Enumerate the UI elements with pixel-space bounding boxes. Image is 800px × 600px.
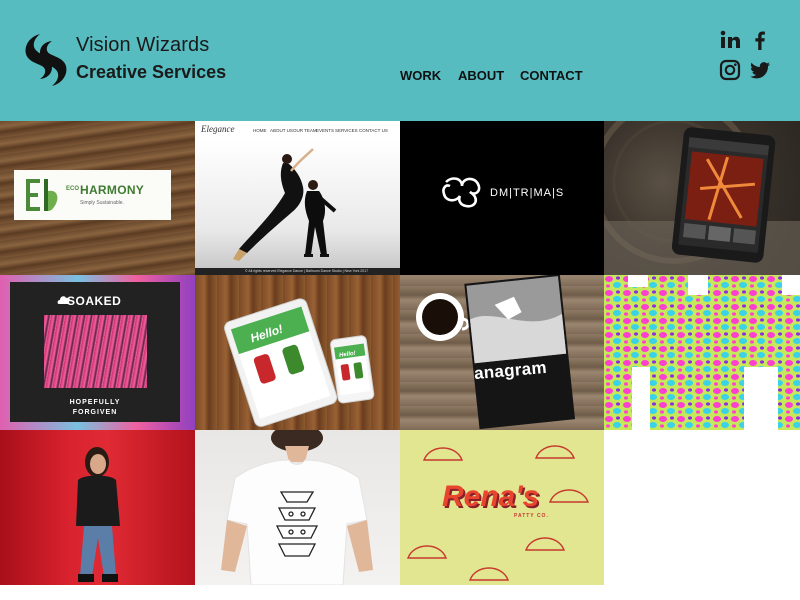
- portfolio-item-tablet-mockup[interactable]: [604, 121, 800, 275]
- dancers-illustration: [233, 148, 337, 261]
- eco-name: HARMONY: [80, 183, 145, 197]
- portfolio-item-tshirt[interactable]: [195, 430, 400, 585]
- portfolio-item-hello-app[interactable]: Hello! Hello!: [195, 275, 400, 430]
- soaked-subtitle-line2: FORGIVEN: [72, 409, 118, 416]
- brand-name: Vision Wizards: [76, 34, 210, 56]
- eco-harmony-card: ECO HARMONY Simply Sustainable.: [14, 170, 171, 220]
- eco-harmony-logo-icon: [26, 179, 58, 211]
- portfolio-item-soaked[interactable]: SOAKED HOPEFULLY FORGIVEN: [0, 275, 195, 430]
- soaked-title: SOAKED: [67, 294, 122, 308]
- brand-tagline: Creative Services: [76, 62, 227, 82]
- dmitrimais-logo-icon: [442, 177, 481, 208]
- dance-nav-item: SERVICES: [335, 128, 358, 133]
- nav-about-link[interactable]: ABOUT: [458, 68, 504, 83]
- fashion-model-photo: [76, 447, 120, 582]
- nav-contact-link[interactable]: CONTACT: [520, 68, 583, 83]
- portfolio-item-eco-harmony[interactable]: ECO HARMONY Simply Sustainable.: [0, 121, 195, 275]
- instagram-icon[interactable]: [719, 59, 741, 81]
- tshirt-model-photo: [221, 430, 373, 585]
- brand-logo-icon[interactable]: [24, 33, 68, 87]
- portfolio-item-anagram[interactable]: anagram: [400, 275, 604, 430]
- hello-devices-mockup: Hello! Hello!: [224, 298, 375, 427]
- nav-work-link[interactable]: WORK: [400, 68, 441, 83]
- tablet-mockup-image: [604, 121, 800, 275]
- dance-hero-image: [195, 141, 400, 268]
- twitter-icon[interactable]: [749, 59, 771, 81]
- portfolio-item-pattern-art[interactable]: [604, 275, 800, 430]
- dance-nav-item: HOME: [253, 128, 267, 133]
- dmitrimais-wordmark: DM|TR|MA|S: [490, 187, 565, 199]
- anagram-book-mockup: [416, 275, 576, 430]
- renas-patty-branding: Rena's Rena's: [406, 445, 590, 581]
- portfolio-item-fashion-red[interactable]: [0, 430, 195, 585]
- linkedin-icon[interactable]: [719, 29, 741, 51]
- site-header: Vision Wizards Creative Services WORK AB…: [0, 0, 800, 121]
- dance-site-footer: © All rights reserved Elegance Dance | B…: [195, 268, 400, 275]
- soaked-subtitle-line1: HOPEFULLY: [69, 399, 121, 406]
- soaked-album-cover: SOAKED HOPEFULLY FORGIVEN: [10, 282, 180, 422]
- dance-nav-item: ABOUT US: [270, 128, 293, 133]
- facebook-icon[interactable]: [749, 29, 771, 51]
- portfolio-item-renas-patty[interactable]: Rena's Rena's PATTY CO.: [400, 430, 604, 585]
- dance-footer-text: © All rights reserved Elegance Dance | B…: [245, 269, 369, 273]
- portfolio-item-dmitrimais[interactable]: DM|TR|MA|S: [400, 121, 604, 275]
- dance-site-navbar: Elegance HOME ABOUT US OUR TEAM EVENTS S…: [195, 121, 400, 141]
- renas-logo-text: Rena's: [442, 480, 539, 513]
- eco-prefix: ECO: [66, 186, 80, 192]
- renas-subtitle: PATTY CO.: [514, 513, 549, 519]
- soaked-artwork: [44, 315, 147, 388]
- color-pattern-art: [604, 275, 800, 430]
- dance-site-logo: Elegance: [201, 124, 235, 134]
- dance-nav-item: CONTACT US: [359, 128, 388, 133]
- dance-nav-item: EVENTS: [316, 128, 335, 133]
- portfolio-item-dance-website[interactable]: Elegance HOME ABOUT US OUR TEAM EVENTS S…: [195, 121, 400, 275]
- dance-nav-item: OUR TEAM: [293, 128, 317, 133]
- eco-tagline: Simply Sustainable.: [80, 200, 124, 206]
